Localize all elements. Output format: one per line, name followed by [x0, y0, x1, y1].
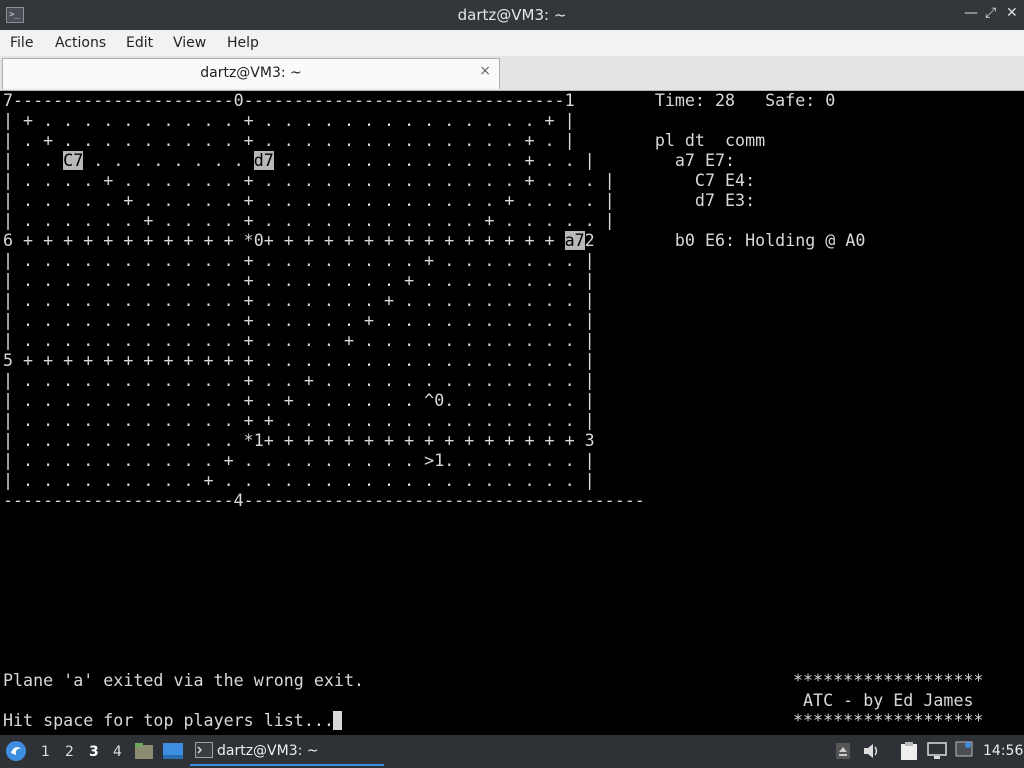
- workspace-3[interactable]: 3: [89, 744, 99, 760]
- terminal-line: | . . . . . . . . . . . + . . . . . . . …: [3, 271, 595, 290]
- terminal-line: | . . . . . . . . . . . + . . . . . + . …: [3, 311, 595, 330]
- credits-line: *******************: [793, 671, 984, 690]
- clock: 14:56: [983, 743, 1024, 759]
- plane-marker: C7: [63, 151, 84, 170]
- credits-line: *******************: [793, 711, 984, 730]
- clipboard-icon[interactable]: [900, 741, 918, 761]
- network-icon[interactable]: [927, 742, 947, 760]
- taskbar-window-button[interactable]: dartz@VM3: ~: [190, 738, 384, 766]
- workspace-2[interactable]: 2: [65, 744, 74, 760]
- menu-edit[interactable]: Edit: [126, 35, 153, 51]
- taskbar: 1 2 3 4 dartz@VM3: ~ 14:56: [0, 735, 1024, 768]
- eject-icon[interactable]: [836, 743, 850, 759]
- menubar: File Actions Edit View Help: [0, 30, 1024, 56]
- volume-icon[interactable]: [863, 743, 881, 759]
- terminal-line: | . . . . . . . . . + . . . . . . . . . …: [3, 471, 595, 490]
- terminal-line: | . . . . . . + . . . . + . . . . . . . …: [3, 211, 615, 230]
- show-desktop-icon[interactable]: [162, 742, 184, 760]
- terminal-line: -----------------------4----------------…: [3, 491, 645, 510]
- terminal-task-icon: [195, 742, 213, 758]
- terminal-line: 7----------------------0----------------…: [3, 91, 836, 110]
- tab-label: dartz@VM3: ~: [200, 65, 302, 81]
- workspace-4[interactable]: 4: [113, 744, 122, 760]
- menu-actions[interactable]: Actions: [55, 35, 106, 51]
- terminal-line: Plane 'a' exited via the wrong exit.: [3, 671, 365, 690]
- terminal-line: | . . . . . . . . . . . + . . . . . . . …: [3, 251, 595, 270]
- terminal-line: Hit space for top players list...: [3, 711, 334, 730]
- menu-view[interactable]: View: [173, 35, 206, 51]
- file-manager-icon[interactable]: [134, 742, 154, 760]
- terminal-line: | . . . . . . . . . . . + . . . . + . . …: [3, 331, 595, 350]
- close-icon[interactable]: ✕: [1006, 5, 1018, 21]
- terminal-line: | . . C7 . . . . . . . . d7 . . . . . . …: [3, 151, 736, 170]
- tab-close-icon[interactable]: ×: [479, 63, 491, 79]
- terminal-line: | . . . . . . . . . . . *1+ + + + + + + …: [3, 431, 595, 450]
- taskbar-window-label: dartz@VM3: ~: [217, 743, 319, 759]
- terminal-line: | . . . . . . . . . . . + . . . . . . + …: [3, 291, 595, 310]
- tab-bar: dartz@VM3: ~ ×: [0, 56, 1024, 91]
- terminal-line: | . . . . . . . . . . + . . . . . . . . …: [3, 451, 595, 470]
- terminal-line: | . . . . . . . . . . . + . . + . . . . …: [3, 371, 595, 390]
- terminal-cursor: [333, 711, 342, 730]
- menu-file[interactable]: File: [10, 35, 33, 51]
- start-menu-icon[interactable]: [5, 740, 27, 762]
- credits-line: ATC - by Ed James: [793, 691, 974, 710]
- terminal-line: 6 + + + + + + + + + + + *0+ + + + + + + …: [3, 231, 866, 250]
- terminal-area[interactable]: 7----------------------0----------------…: [0, 91, 1024, 735]
- window-titlebar[interactable]: >_ dartz@VM3: ~ — ⤢ ✕: [0, 0, 1024, 30]
- terminal-line: | . . . . . + . . . . . + . . . . . . . …: [3, 191, 756, 210]
- plane-marker: a7: [564, 231, 585, 250]
- terminal-line: 5 + + + + + + + + + + + + . . . . . . . …: [3, 351, 595, 370]
- plane-marker: d7: [253, 151, 274, 170]
- menu-help[interactable]: Help: [227, 35, 259, 51]
- terminal-line: | . . . . . . . . . . . + . + . . . . . …: [3, 391, 595, 410]
- terminal-line: | . + . . . . . . . . . + . . . . . . . …: [3, 131, 766, 150]
- terminal-line: | + . . . . . . . . . . + . . . . . . . …: [3, 111, 575, 130]
- terminal-line: | . . . . + . . . . . . + . . . . . . . …: [3, 171, 756, 190]
- atc-credits: ******************* ATC - by Ed James **…: [793, 671, 984, 731]
- notification-icon[interactable]: [955, 741, 973, 759]
- window-title: dartz@VM3: ~: [457, 6, 567, 24]
- terminal-line: | . . . . . . . . . . . + + . . . . . . …: [3, 411, 595, 430]
- tab-terminal[interactable]: dartz@VM3: ~ ×: [2, 58, 500, 89]
- maximize-icon[interactable]: ⤢: [985, 5, 996, 21]
- terminal-screen: 7----------------------0----------------…: [3, 91, 865, 731]
- minimize-icon[interactable]: —: [964, 5, 978, 21]
- workspace-1[interactable]: 1: [41, 744, 50, 760]
